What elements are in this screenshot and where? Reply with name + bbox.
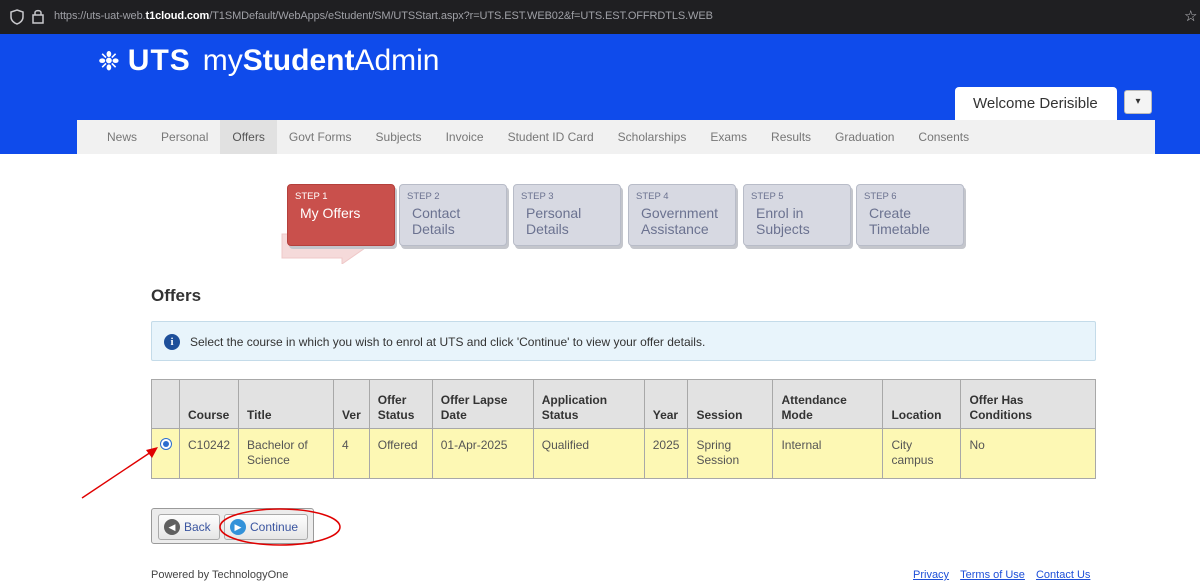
nav-item-scholarships[interactable]: Scholarships: [606, 120, 699, 154]
step-number: STEP 4: [636, 191, 669, 202]
privacy-link[interactable]: Privacy: [913, 569, 949, 581]
table-cell: City campus: [882, 428, 962, 479]
site-header: ❉ UTS my Student Admin Welcome Derisible ▾…: [0, 34, 1200, 154]
nav-item-student-id-card[interactable]: Student ID Card: [496, 120, 606, 154]
column-header: Offer Lapse Date: [431, 379, 534, 429]
column-header: Ver: [333, 379, 370, 429]
welcome-user: Welcome Derisible: [955, 87, 1117, 120]
column-header: Location: [882, 379, 962, 429]
annotation-circle: [219, 508, 341, 546]
info-message-text: Select the course in which you wish to e…: [190, 335, 706, 349]
step-number: STEP 6: [864, 191, 897, 202]
table-row[interactable]: C10242 Bachelor of Science 4 Offered 01-Apr-…: [151, 428, 1096, 479]
step-1[interactable]: STEP 1 My Offers: [287, 184, 395, 246]
nav-item-offers[interactable]: Offers: [220, 120, 277, 154]
column-header: Session: [687, 379, 774, 429]
back-button[interactable]: ◀ Back: [158, 514, 220, 540]
table-cell: 4: [333, 428, 370, 479]
offers-table: Course Title Ver Offer Status Offer Lapse Da…: [151, 379, 1096, 479]
step-wizard: STEP 1 My Offers STEP 2 Contact Details STEP…: [0, 184, 1200, 264]
info-message-box: i Select the course in which you wish to…: [151, 321, 1096, 361]
nav-item-results[interactable]: Results: [759, 120, 823, 154]
table-cell: 2025: [643, 428, 689, 479]
logo-student-text: Student: [242, 44, 355, 77]
step-label: My Offers: [300, 205, 361, 221]
step-2[interactable]: STEP 2 Contact Details: [399, 184, 507, 246]
nav-item-govt-forms[interactable]: Govt Forms: [277, 120, 364, 154]
table-cell: No: [960, 428, 1096, 479]
column-header: Offer Status: [368, 379, 433, 429]
site-logo[interactable]: ❉ UTS my Student Admin: [98, 38, 440, 84]
table-cell: C10242: [178, 428, 240, 479]
step-3[interactable]: STEP 3 Personal Details: [513, 184, 621, 246]
step-label: Enrol in Subjects: [756, 205, 810, 237]
back-button-label: Back: [184, 520, 211, 534]
browser-address-bar: https://uts-uat-web.t1cloud.com/T1SMDefa…: [0, 0, 1200, 34]
url-text[interactable]: https://uts-uat-web.t1cloud.com/T1SMDefa…: [54, 10, 713, 22]
nav-item-consents[interactable]: Consents: [906, 120, 981, 154]
step-label: Create Timetable: [869, 205, 930, 237]
annotation-arrow: [81, 447, 158, 499]
nav-item-graduation[interactable]: Graduation: [823, 120, 906, 154]
step-number: STEP 5: [751, 191, 784, 202]
step-label: Personal Details: [526, 205, 582, 237]
footer-links: Privacy Terms of Use Contact Us: [905, 569, 1090, 581]
column-header: Application Status: [532, 379, 645, 429]
column-header: Year: [643, 379, 689, 429]
table-cell: 01-Apr-2025: [431, 428, 534, 479]
nav-item-exams[interactable]: Exams: [698, 120, 759, 154]
table-cell: Offered: [368, 428, 433, 479]
step-label: Contact Details: [412, 205, 461, 237]
nav-item-personal[interactable]: Personal: [149, 120, 220, 154]
user-menu-dropdown-button[interactable]: ▾: [1124, 90, 1152, 114]
uts-emblem-icon: ❉: [98, 45, 120, 76]
nav-item-subjects[interactable]: Subjects: [364, 120, 434, 154]
step-4[interactable]: STEP 4 Government Assistance: [628, 184, 736, 246]
step-number: STEP 2: [407, 191, 440, 202]
nav-item-invoice[interactable]: Invoice: [434, 120, 496, 154]
step-label: Government Assistance: [641, 205, 719, 237]
step-number: STEP 3: [521, 191, 554, 202]
column-header: [151, 379, 180, 429]
table-cell: Bachelor of Science: [238, 428, 335, 479]
nav-item-news[interactable]: News: [77, 120, 149, 154]
column-header: Title: [238, 379, 335, 429]
step-6[interactable]: STEP 6 Create Timetable: [856, 184, 964, 246]
column-header: Offer Has Conditions: [960, 379, 1096, 429]
column-header: Attendance Mode: [772, 379, 884, 429]
powered-by-text: Powered by TechnologyOne: [151, 569, 289, 581]
table-cell: Spring Session: [687, 428, 774, 479]
table-header-row: Course Title Ver Offer Status Offer Lapse Da…: [151, 379, 1096, 429]
lock-icon: [32, 9, 44, 24]
table-cell: Internal: [772, 428, 884, 479]
back-arrow-icon: ◀: [164, 519, 180, 535]
column-header: Course: [178, 379, 240, 429]
step-5[interactable]: STEP 5 Enrol in Subjects: [743, 184, 851, 246]
contact-link[interactable]: Contact Us: [1036, 569, 1090, 581]
main-nav: News Personal Offers Govt Forms Subjects Invo…: [77, 120, 1155, 154]
logo-my-text: my: [202, 44, 243, 77]
table-cell: Qualified: [532, 428, 645, 479]
bookmark-star-icon[interactable]: ☆: [1184, 7, 1197, 25]
shield-icon: [10, 9, 24, 25]
page-title: Offers: [151, 286, 202, 305]
terms-link[interactable]: Terms of Use: [960, 569, 1025, 581]
logo-uts-text: UTS: [127, 44, 191, 77]
info-icon: i: [164, 334, 180, 350]
step-number: STEP 1: [295, 191, 328, 202]
logo-admin-text: Admin: [354, 44, 440, 77]
